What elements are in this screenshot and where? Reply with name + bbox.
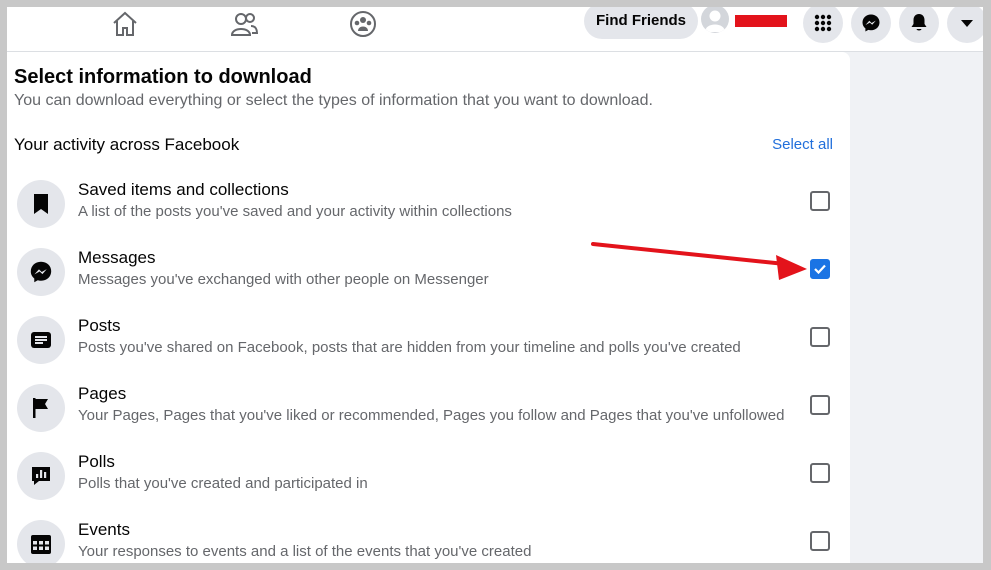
list-item-polls[interactable]: Polls Polls that you've created and part… <box>7 452 850 520</box>
list-item-events[interactable]: Events Your responses to events and a li… <box>7 520 850 563</box>
avatar <box>701 7 729 33</box>
item-icon-container <box>17 384 65 432</box>
browser-frame: Find Friends Select information to downl… <box>7 7 983 563</box>
posts-checkbox[interactable] <box>810 327 830 347</box>
messages-checkbox[interactable] <box>810 259 830 279</box>
events-checkbox[interactable] <box>810 531 830 551</box>
groups-icon[interactable] <box>348 9 378 39</box>
saved-items-checkbox[interactable] <box>810 191 830 211</box>
notifications-button[interactable] <box>899 7 939 43</box>
bookmark-icon <box>34 194 48 214</box>
item-description: A list of the posts you've saved and you… <box>78 203 512 220</box>
posts-icon <box>31 332 51 348</box>
item-icon-container <box>17 180 65 228</box>
item-description: Your Pages, Pages that you've liked or r… <box>78 407 785 424</box>
item-icon-container <box>17 316 65 364</box>
item-icon-container <box>17 520 65 563</box>
menu-grid-icon <box>814 14 832 32</box>
item-description: Messages you've exchanged with other peo… <box>78 271 489 288</box>
list-item-posts[interactable]: Posts Posts you've shared on Facebook, p… <box>7 316 850 384</box>
messenger-button[interactable] <box>851 7 891 43</box>
item-title: Polls <box>78 452 115 471</box>
notifications-icon <box>911 14 927 31</box>
top-navigation-bar: Find Friends <box>7 7 983 52</box>
poll-icon <box>32 467 50 485</box>
calendar-icon <box>31 535 51 554</box>
item-title: Pages <box>78 384 127 403</box>
checkmark-icon <box>814 264 826 275</box>
messenger-icon <box>862 14 880 32</box>
account-caret-icon <box>961 20 973 27</box>
default-avatar-icon <box>705 10 725 32</box>
item-title: Saved items and collections <box>78 180 289 199</box>
page-subtitle: You can download everything or select th… <box>14 92 653 109</box>
item-title: Posts <box>78 316 121 335</box>
item-title: Events <box>78 520 130 539</box>
flag-icon <box>33 398 48 418</box>
page-title: Select information to download <box>14 66 312 88</box>
select-all-link[interactable]: Select all <box>772 136 833 153</box>
item-icon-container <box>17 452 65 500</box>
item-icon-container <box>17 248 65 296</box>
section-title: Your activity across Facebook <box>14 135 240 154</box>
item-description: Polls that you've created and participat… <box>78 475 368 492</box>
item-title: Messages <box>78 248 156 267</box>
account-button[interactable] <box>947 7 983 43</box>
menu-button[interactable] <box>803 7 843 43</box>
messenger-icon <box>30 261 52 283</box>
redacted-username <box>735 15 787 27</box>
find-friends-button[interactable]: Find Friends <box>584 7 698 39</box>
item-description: Posts you've shared on Facebook, posts t… <box>78 339 741 356</box>
pages-checkbox[interactable] <box>810 395 830 415</box>
download-info-panel: Select information to download You can d… <box>7 52 850 563</box>
list-item-pages[interactable]: Pages Your Pages, Pages that you've like… <box>7 384 850 452</box>
list-item-saved-items[interactable]: Saved items and collections A list of th… <box>7 180 850 248</box>
item-description: Your responses to events and a list of t… <box>78 543 532 560</box>
polls-checkbox[interactable] <box>810 463 830 483</box>
home-icon[interactable] <box>110 9 140 39</box>
list-item-messages[interactable]: Messages Messages you've exchanged with … <box>7 248 850 316</box>
friends-icon[interactable] <box>229 9 259 39</box>
